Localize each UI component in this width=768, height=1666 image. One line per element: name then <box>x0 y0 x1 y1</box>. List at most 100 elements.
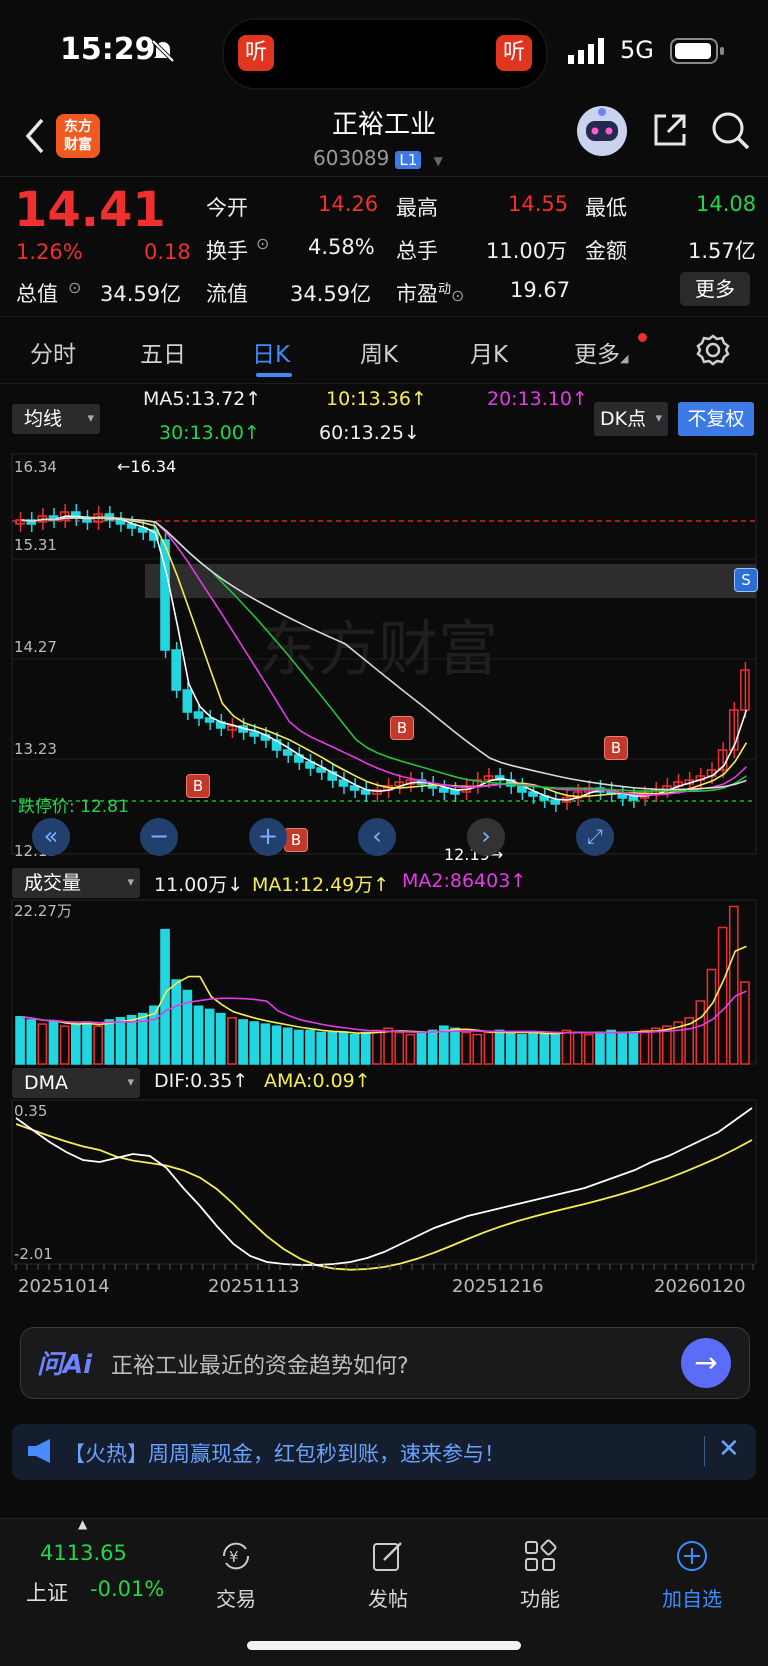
tab-more[interactable]: 更多◢ <box>574 333 647 369</box>
float-value: 34.59亿 <box>290 282 372 306</box>
dif-label: DIF:0.35↑ <box>154 1070 249 1092</box>
search-icon[interactable] <box>710 110 752 156</box>
volume-bar <box>695 1000 706 1065</box>
add-circle-icon <box>677 1541 707 1571</box>
volume-bar <box>450 1027 460 1065</box>
volume-bar <box>282 1027 293 1065</box>
dma-line <box>15 1123 753 1271</box>
caret-up-icon: ▲ <box>78 1517 88 1531</box>
dma-indicator-select[interactable]: DMA <box>12 1068 140 1098</box>
dma-y-top: 0.35 <box>14 1102 48 1120</box>
volume-bar <box>327 1031 338 1065</box>
nav-features[interactable]: 功能 <box>490 1539 590 1612</box>
sell-marker[interactable]: S <box>734 568 758 592</box>
tab-weekly-k[interactable]: 周K <box>360 335 398 369</box>
open-label: 今开 <box>206 196 248 220</box>
volume-bar <box>249 1021 260 1065</box>
stock-code: 603089 <box>313 146 390 170</box>
active-tab-indicator <box>256 373 292 377</box>
volume-bar <box>305 1029 315 1065</box>
volume-bar <box>37 1023 48 1065</box>
period-tabs: 分时 五日 日K 周K 月K 更多◢ <box>0 316 768 384</box>
volume-bar <box>728 905 739 1065</box>
volume-bar <box>160 928 170 1065</box>
high-label: 最高 <box>396 196 438 220</box>
share-icon[interactable] <box>650 110 690 154</box>
volume-label: 11.00万↓ <box>154 874 244 896</box>
settings-gear-icon[interactable] <box>696 333 730 371</box>
scroll-left-icon[interactable]: ‹ <box>358 818 396 856</box>
zoom-in-icon[interactable]: + <box>249 818 287 856</box>
volume-label: 总手 <box>396 239 438 263</box>
volume-bar <box>505 1031 516 1065</box>
volume-bar <box>717 926 728 1065</box>
y-axis-mid2: 14.27 <box>14 638 57 656</box>
tab-five-day[interactable]: 五日 <box>140 335 186 369</box>
volume-chart[interactable] <box>0 898 768 1066</box>
tab-daily-k[interactable]: 日K <box>252 335 290 369</box>
stock-code-row[interactable]: 603089 L1 ▼ <box>313 146 443 170</box>
volume-bar <box>15 1016 25 1065</box>
adjust-mode-button[interactable]: 不复权 <box>678 402 754 436</box>
listen-icon-left: 听 <box>238 35 274 71</box>
zoom-out-icon[interactable]: − <box>140 818 178 856</box>
max-price-marker: ←16.34 <box>117 457 177 476</box>
volume-bar <box>583 1033 594 1065</box>
volume-ma-line <box>21 945 747 1035</box>
banner-divider <box>704 1436 705 1466</box>
volume-bar <box>349 1033 360 1065</box>
volume-bar <box>650 1027 661 1065</box>
indicator-select[interactable]: 均线 <box>12 404 100 434</box>
rewind-icon[interactable]: « <box>32 818 70 856</box>
dk-point-button[interactable]: DK点 <box>594 402 668 436</box>
volume-bar <box>59 1025 70 1065</box>
volume-bar <box>372 1029 382 1065</box>
promo-banner[interactable]: 【火热】周周赢现金，红包秒到账，速来参与！ ✕ <box>12 1424 756 1480</box>
candle-body <box>282 749 293 756</box>
float-label: 流值 <box>206 282 248 306</box>
volume-bar <box>271 1025 282 1065</box>
index-value[interactable]: 4113.65 <box>40 1541 127 1565</box>
level-badge: L1 <box>395 151 422 169</box>
volume-bar <box>740 981 750 1065</box>
ai-question-input[interactable]: 问Ai 正裕工业最近的资金趋势如何? → <box>20 1327 750 1399</box>
pe-label: 市盈动⊙ <box>396 282 465 306</box>
nav-post[interactable]: 发帖 <box>338 1539 438 1612</box>
limit-down-price: 跌停价: 12.81 <box>18 797 129 817</box>
volume-indicator-select[interactable]: 成交量 <box>12 868 140 898</box>
nav-trade-label: 交易 <box>216 1587 256 1611</box>
volume-bar <box>494 1029 505 1065</box>
info-icon[interactable]: ⊙ <box>68 278 81 297</box>
signal-icon <box>568 38 608 68</box>
volume-bar <box>628 1031 639 1065</box>
volume-bar <box>483 1031 494 1065</box>
volume-ma1-label: MA1:12.49万↑ <box>252 874 390 896</box>
scroll-right-icon[interactable]: › <box>467 818 505 856</box>
grid-icon <box>525 1539 557 1571</box>
dma-chart[interactable] <box>0 1098 768 1274</box>
volume-y-top: 22.27万 <box>14 902 72 920</box>
stock-header: 东方 财富 正裕工业 603089 L1 ▼ <box>0 100 768 177</box>
open-value: 14.26 <box>318 192 379 216</box>
robot-avatar-icon[interactable] <box>575 104 629 162</box>
date-label: 20251113 <box>208 1276 300 1297</box>
nav-trade[interactable]: ¥ 交易 <box>186 1539 286 1612</box>
buy-marker[interactable]: B <box>390 716 414 740</box>
home-indicator <box>247 1641 521 1650</box>
fullscreen-icon[interactable]: ⤢ <box>576 818 614 856</box>
volume-bar <box>260 1023 271 1065</box>
volume-bar <box>104 1019 115 1065</box>
send-arrow-icon[interactable]: → <box>681 1338 731 1388</box>
info-icon[interactable]: ⊙ <box>256 234 269 253</box>
more-button[interactable]: 更多 <box>680 272 750 306</box>
volume-bar <box>427 1029 438 1065</box>
nav-add-watchlist[interactable]: 加自选 <box>642 1539 742 1612</box>
tab-intraday[interactable]: 分时 <box>30 335 76 369</box>
buy-marker[interactable]: B <box>186 774 210 798</box>
buy-marker[interactable]: B <box>604 736 628 760</box>
turnover-value: 4.58% <box>308 235 375 259</box>
buy-marker[interactable]: B <box>284 828 308 852</box>
tab-monthly-k[interactable]: 月K <box>470 335 508 369</box>
close-icon[interactable]: ✕ <box>718 1434 740 1464</box>
yuan-exchange-icon: ¥ <box>222 1542 250 1570</box>
